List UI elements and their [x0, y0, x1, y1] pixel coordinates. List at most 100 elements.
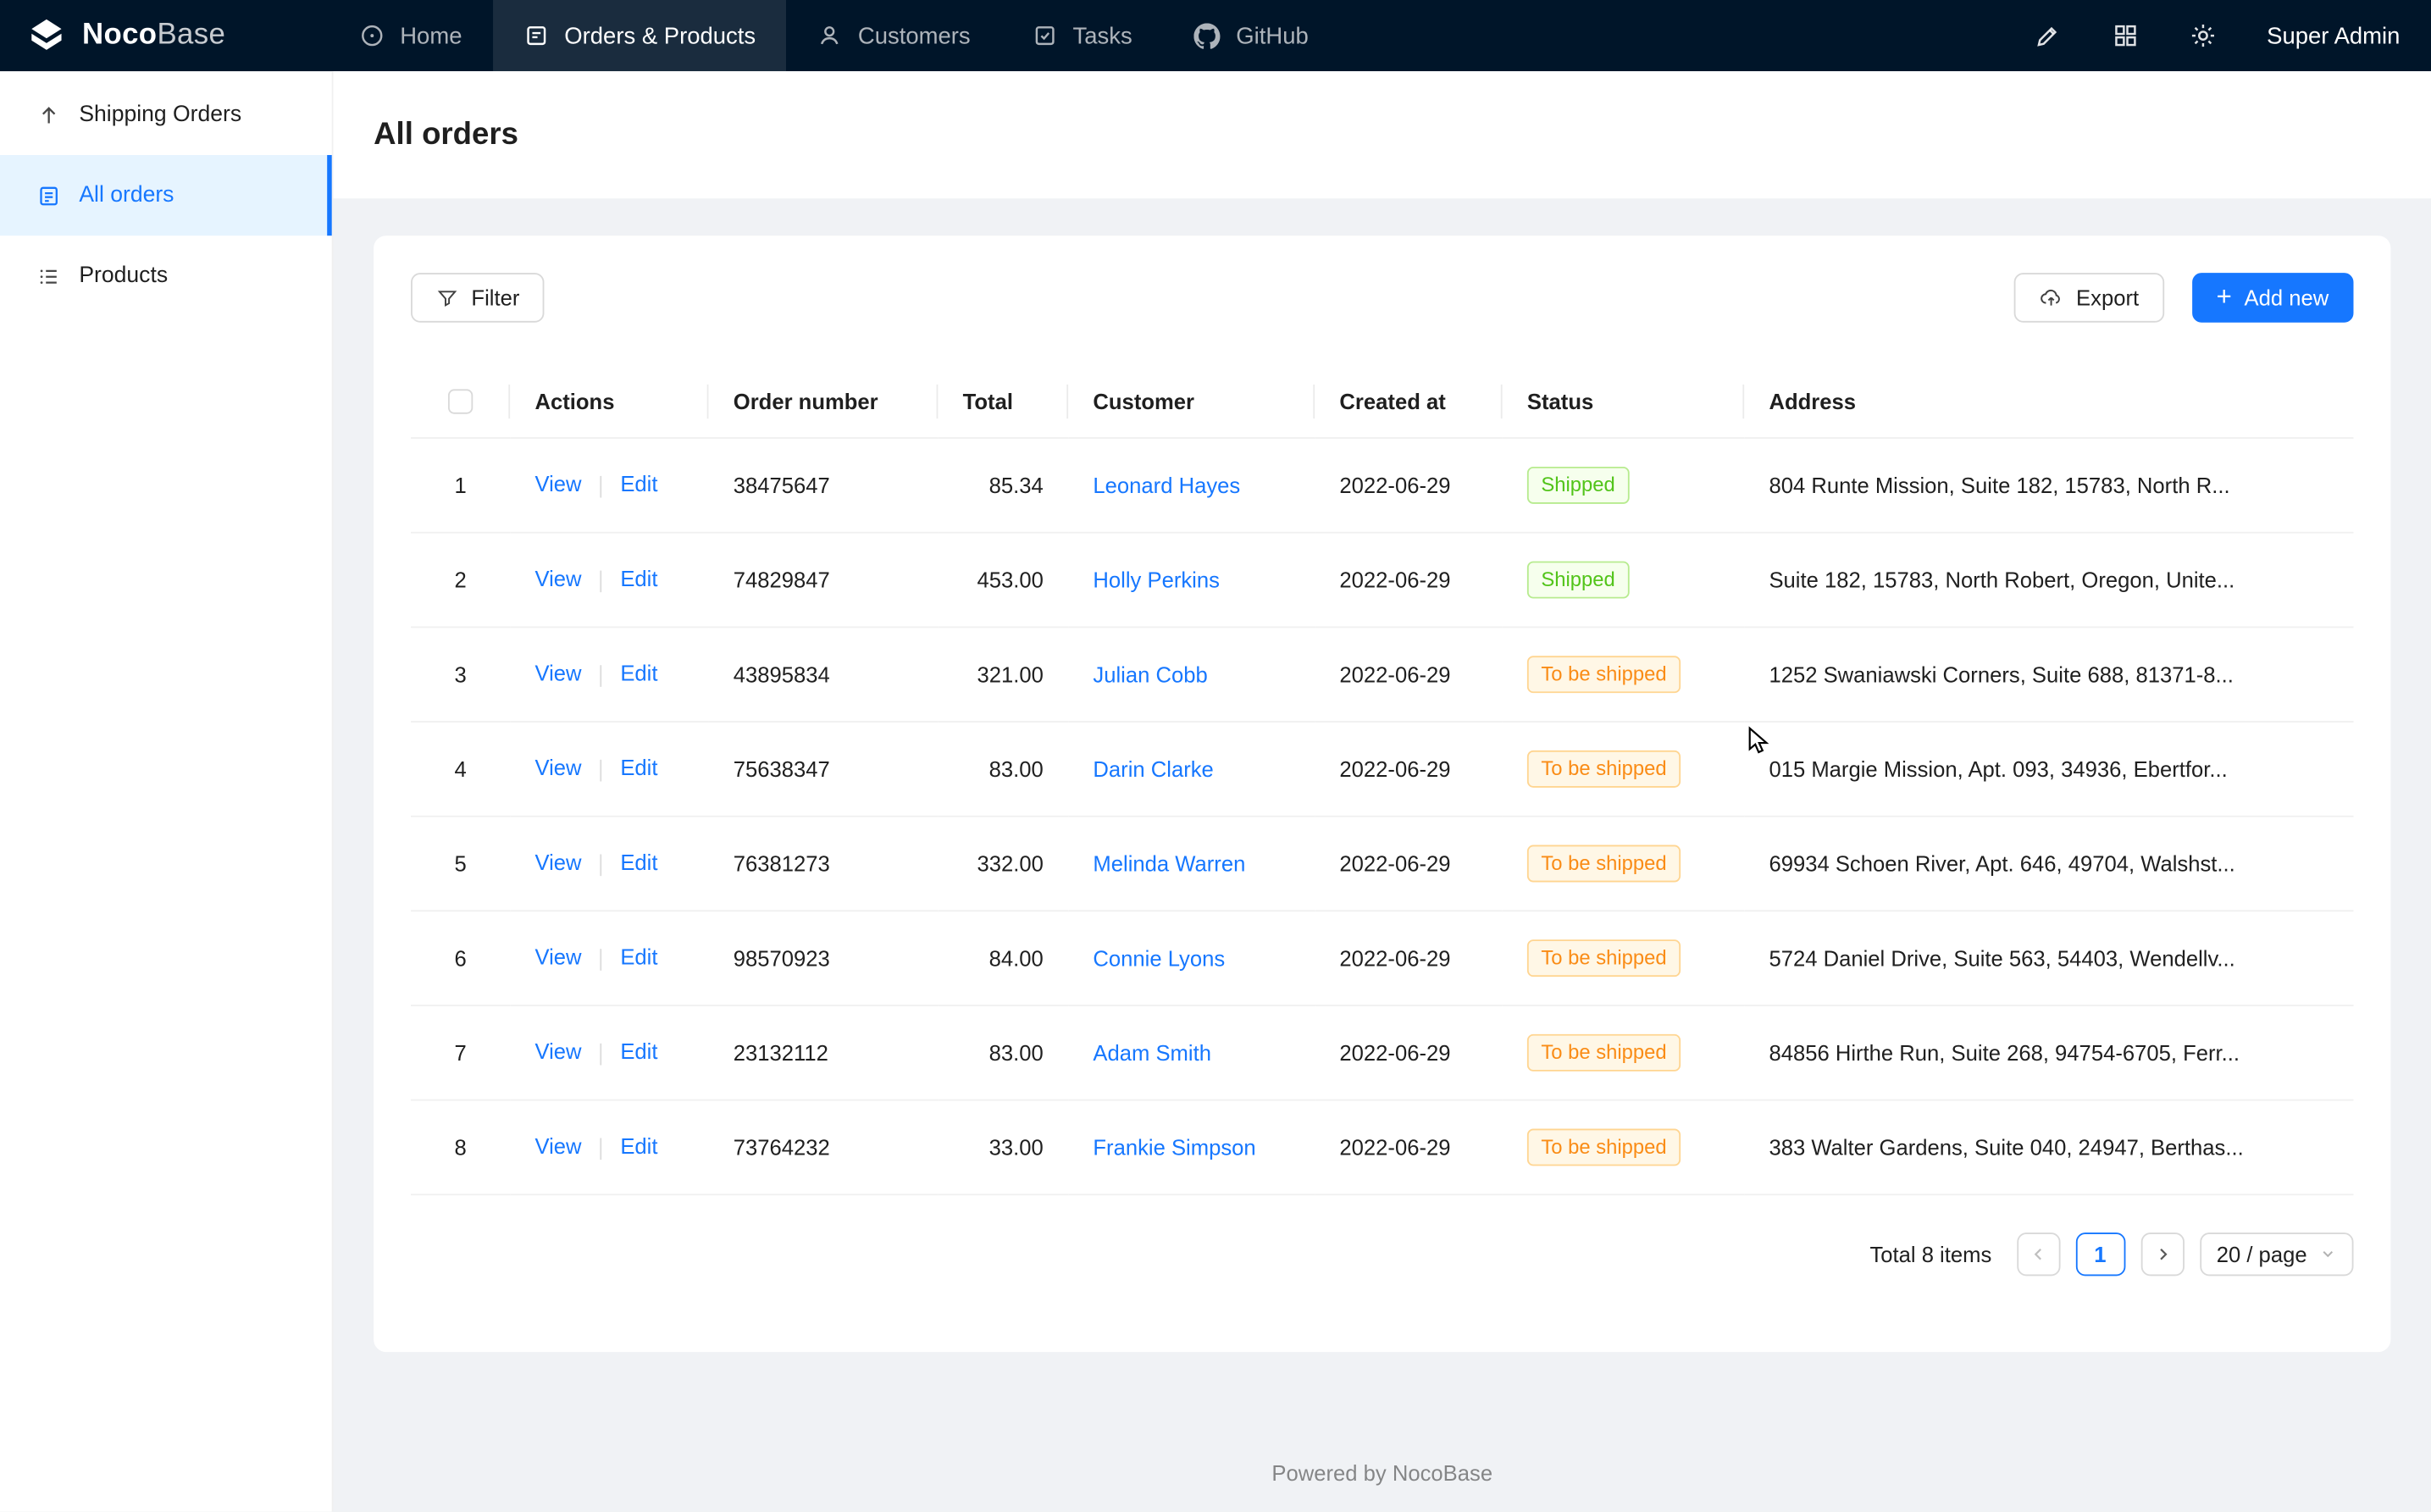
pagination-page-1[interactable]: 1: [2075, 1232, 2125, 1275]
view-link[interactable]: View: [534, 472, 581, 496]
nav-item-orders-products[interactable]: Orders & Products: [493, 0, 787, 71]
row-index-cell: 7: [411, 1005, 510, 1099]
plus-icon: +: [2217, 284, 2232, 310]
customer-link[interactable]: Holly Perkins: [1093, 567, 1220, 591]
row-actions-cell: View Edit: [510, 1099, 708, 1194]
customer-link[interactable]: Julian Cobb: [1093, 662, 1207, 686]
edit-link[interactable]: Edit: [620, 756, 657, 780]
navbar-actions: Super Admin: [2003, 0, 2431, 71]
home-icon: [360, 23, 385, 47]
nav-item-label: Home: [400, 23, 462, 49]
view-link[interactable]: View: [534, 756, 581, 780]
total-cell: 321.00: [938, 626, 1068, 721]
pagination-prev-button[interactable]: [2017, 1232, 2060, 1275]
divider: [601, 854, 602, 876]
total-cell: 85.34: [938, 437, 1068, 532]
edit-link[interactable]: Edit: [620, 1134, 657, 1159]
view-link[interactable]: View: [534, 850, 581, 875]
main-nav: Home Orders & Products Customers: [329, 0, 1339, 71]
user-menu[interactable]: Super Admin: [2267, 23, 2400, 49]
status-badge: To be shipped: [1527, 655, 1681, 692]
column-header-created-at: Created at: [1315, 366, 1502, 437]
status-cell: To be shipped: [1503, 626, 1745, 721]
table-row: 2 ViewEdit 74829847 453.00 Holly Perkins…: [411, 532, 2353, 627]
table-header-row: Actions Order number Total Customer Crea…: [411, 366, 2353, 437]
row-actions-cell: View Edit: [510, 1005, 708, 1099]
edit-link[interactable]: Edit: [620, 472, 657, 496]
customer-link[interactable]: Connie Lyons: [1093, 945, 1225, 970]
customer-link[interactable]: Darin Clarke: [1093, 756, 1213, 780]
sidebar-item-shipping-orders[interactable]: Shipping Orders: [0, 75, 332, 155]
view-link[interactable]: View: [534, 1134, 581, 1159]
edit-link[interactable]: Edit: [620, 567, 657, 591]
cloud-upload-icon: [2039, 285, 2063, 310]
order-number-cell: 38475647: [708, 437, 938, 532]
pagination-next-button[interactable]: [2140, 1232, 2184, 1275]
status-badge: Shipped: [1527, 466, 1629, 503]
order-number-cell: 73764232: [708, 1099, 938, 1194]
edit-link[interactable]: Edit: [620, 850, 657, 875]
arrow-up-icon: [37, 103, 60, 126]
address-cell: 5724 Daniel Drive, Suite 563, 54403, Wen…: [1744, 910, 2353, 1005]
filter-icon: [435, 286, 458, 309]
created-at-cell: 2022-06-29: [1315, 1099, 1502, 1194]
order-number-cell: 23132112: [708, 1005, 938, 1099]
nav-item-customers[interactable]: Customers: [787, 0, 1002, 71]
select-all-checkbox[interactable]: [448, 390, 473, 414]
customer-link[interactable]: Melinda Warren: [1093, 850, 1245, 875]
page-header: All orders: [334, 71, 2431, 198]
edit-link[interactable]: Edit: [620, 944, 657, 969]
nav-item-home[interactable]: Home: [329, 0, 493, 71]
status-cell: To be shipped: [1503, 1099, 1745, 1194]
grid-icon[interactable]: [2112, 22, 2140, 50]
nocobase-logo-icon: [25, 14, 68, 57]
list-icon: [37, 264, 60, 287]
edit-link[interactable]: Edit: [620, 661, 657, 685]
pen-icon[interactable]: [2035, 22, 2063, 50]
address-cell: 84856 Hirthe Run, Suite 268, 94754-6705,…: [1744, 1005, 2353, 1099]
row-index-number: 6: [454, 945, 466, 970]
add-new-button[interactable]: + Add new: [2191, 273, 2353, 323]
page-size-value: 20 / page: [2217, 1241, 2307, 1266]
nocobase-logo[interactable]: NocoBase: [0, 0, 329, 71]
customer-cell: Darin Clarke: [1068, 721, 1315, 816]
row-actions-cell: View Edit: [510, 910, 708, 1005]
sidebar-item-all-orders[interactable]: All orders: [0, 155, 332, 235]
address-cell: 383 Walter Gardens, Suite 040, 24947, Be…: [1744, 1099, 2353, 1194]
view-link[interactable]: View: [534, 567, 581, 591]
logo-text: NocoBase: [82, 19, 225, 53]
address-cell: 1252 Swaniawski Corners, Suite 688, 8137…: [1744, 626, 2353, 721]
sidebar-item-products[interactable]: Products: [0, 235, 332, 316]
main-area: All orders Filter: [334, 71, 2431, 1511]
table-row: 5 ViewEdit 76381273 332.00 Melinda Warre…: [411, 816, 2353, 911]
sidebar: Shipping Orders All orders: [0, 71, 334, 1511]
nav-item-tasks[interactable]: Tasks: [1001, 0, 1163, 71]
page-size-select[interactable]: 20 / page: [2200, 1232, 2354, 1275]
nav-item-github[interactable]: GitHub: [1163, 0, 1339, 71]
order-number-cell: 74829847: [708, 532, 938, 627]
customer-cell: Adam Smith: [1068, 1005, 1315, 1099]
created-at-cell: 2022-06-29: [1315, 816, 1502, 911]
view-link[interactable]: View: [534, 1039, 581, 1064]
customer-cell: Connie Lyons: [1068, 910, 1315, 1005]
divider: [601, 570, 602, 592]
order-number-cell: 98570923: [708, 910, 938, 1005]
address-cell: 69934 Schoen River, Apt. 646, 49704, Wal…: [1744, 816, 2353, 911]
row-actions-cell: View Edit: [510, 816, 708, 911]
divider: [601, 759, 602, 781]
customer-link[interactable]: Frankie Simpson: [1093, 1134, 1255, 1159]
customer-link[interactable]: Adam Smith: [1093, 1039, 1211, 1064]
export-button[interactable]: Export: [2014, 273, 2164, 323]
customer-cell: Holly Perkins: [1068, 532, 1315, 627]
row-index-number: 7: [454, 1039, 466, 1064]
edit-link[interactable]: Edit: [620, 1039, 657, 1064]
gear-icon[interactable]: [2190, 22, 2218, 50]
toolbar-right: Export + Add new: [2014, 273, 2354, 323]
view-link[interactable]: View: [534, 661, 581, 685]
row-actions-cell: View Edit: [510, 626, 708, 721]
export-button-label: Export: [2076, 285, 2139, 310]
view-link[interactable]: View: [534, 944, 581, 969]
add-new-button-label: Add new: [2244, 285, 2329, 310]
customer-link[interactable]: Leonard Hayes: [1093, 472, 1240, 496]
filter-button[interactable]: Filter: [411, 273, 545, 323]
